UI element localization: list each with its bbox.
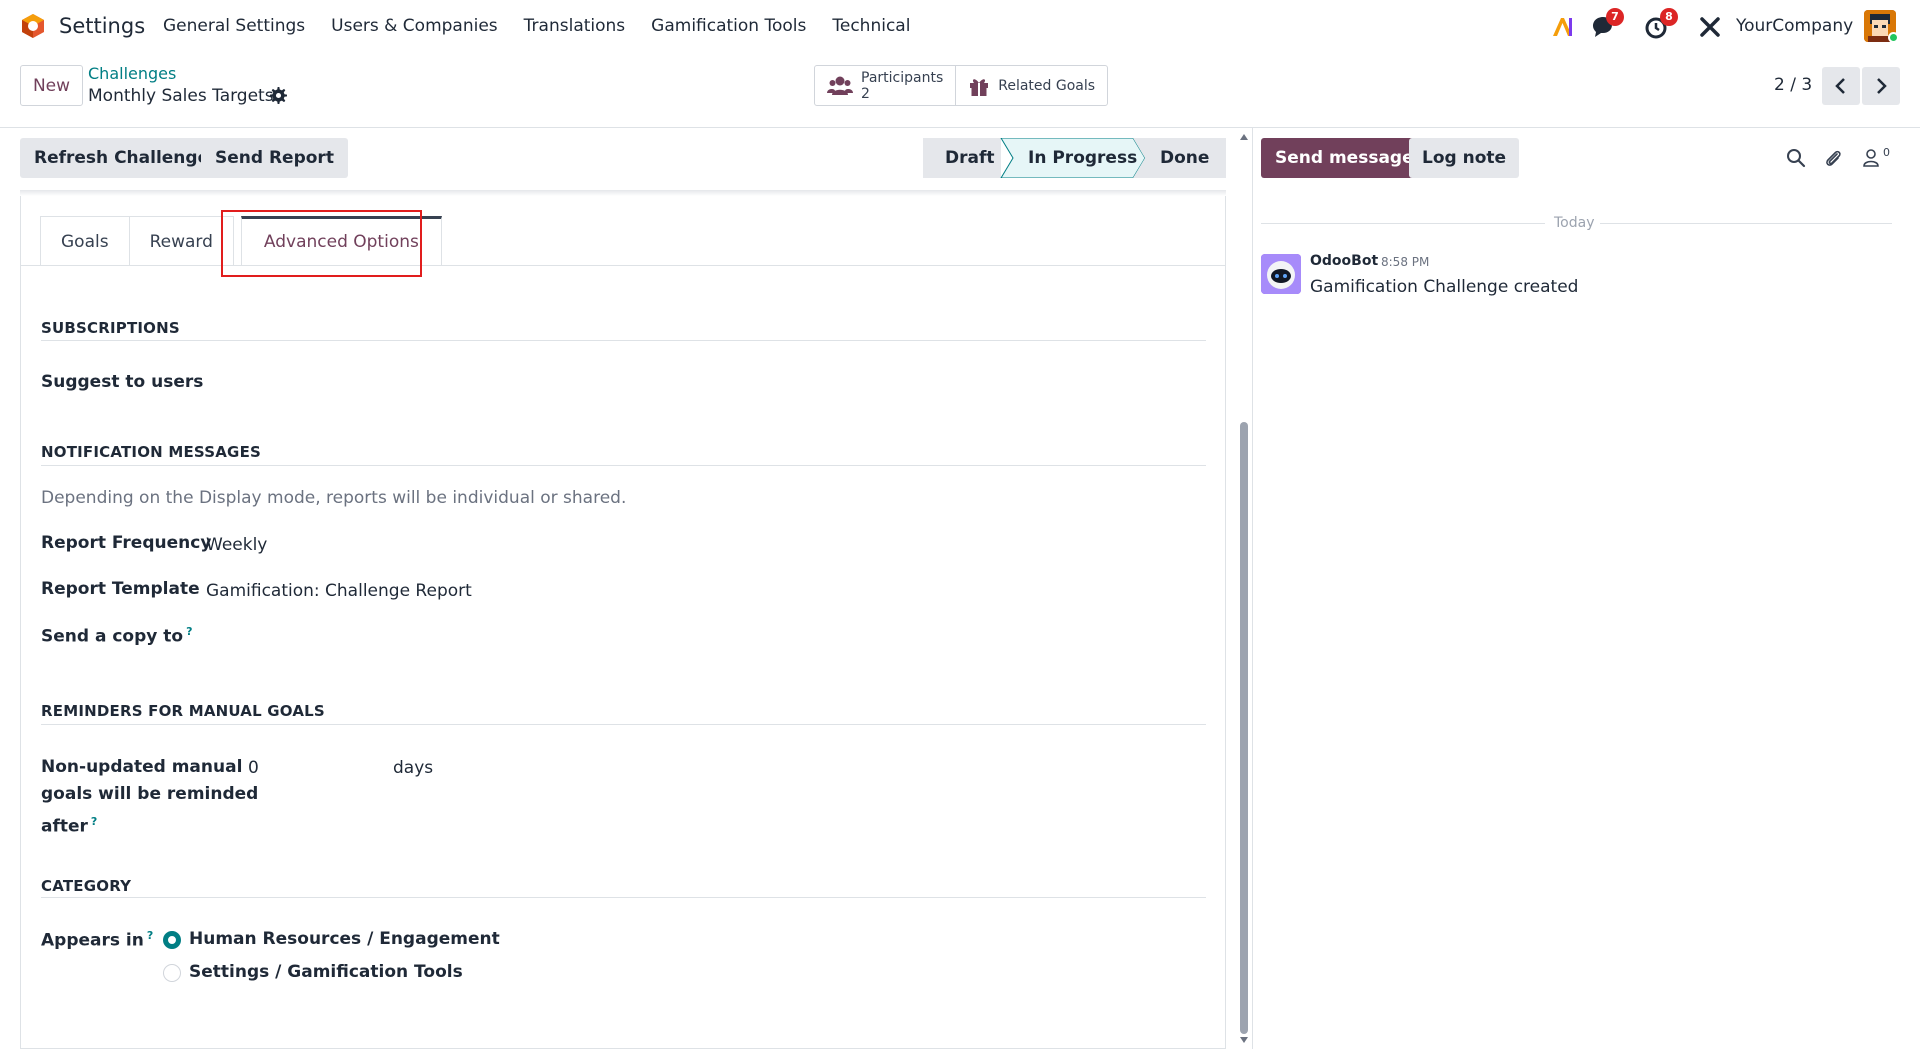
message-time: 8:58 PM xyxy=(1381,255,1430,269)
section-divider xyxy=(41,897,1206,898)
stage-in-progress[interactable]: In Progress xyxy=(1028,138,1137,178)
section-category-title: CATEGORY xyxy=(41,877,132,895)
date-separator-line xyxy=(1600,223,1892,224)
main-menu: General Settings Users & Companies Trans… xyxy=(163,16,936,36)
form-sheet xyxy=(20,190,1226,1049)
log-note-button[interactable]: Log note xyxy=(1409,138,1520,178)
report-frequency-field[interactable]: Weekly xyxy=(206,535,267,555)
participants-button[interactable]: Participants 2 xyxy=(815,66,955,105)
scroll-down-arrow-icon[interactable] xyxy=(1239,1036,1249,1044)
company-switcher[interactable]: YourCompany xyxy=(1736,16,1853,36)
report-template-label: Report Template xyxy=(41,579,200,599)
activities-badge: 8 xyxy=(1660,8,1678,26)
related-goals-label: Related Goals xyxy=(998,77,1096,94)
section-divider xyxy=(41,724,1206,725)
section-notifications-title: NOTIFICATION MESSAGES xyxy=(41,443,262,461)
send-report-button[interactable]: Send Report xyxy=(201,138,348,178)
radio-human-resources-label[interactable]: Human Resources / Engagement xyxy=(189,929,500,949)
reminder-delay-input[interactable]: 0 xyxy=(248,758,259,778)
refresh-challenge-button[interactable]: Refresh Challenge xyxy=(20,138,224,178)
menu-translations[interactable]: Translations xyxy=(524,16,626,36)
form-statusbar: Refresh Challenge Send Report Draft In P… xyxy=(0,128,1240,190)
messages-badge: 7 xyxy=(1606,8,1624,26)
form-scrollbar-thumb[interactable] xyxy=(1240,422,1248,1034)
tab-goals[interactable]: Goals xyxy=(40,216,130,266)
breadcrumb-current-record: Monthly Sales Targets xyxy=(88,86,274,106)
pager-next-button[interactable] xyxy=(1862,67,1900,105)
chatter-divider xyxy=(1252,128,1253,1049)
tabs-underline xyxy=(20,265,1226,266)
reminder-delay-label: Non-updated manual goals will be reminde… xyxy=(41,757,259,837)
tools-icon[interactable] xyxy=(1697,14,1723,40)
display-mode-hint: Depending on the Display mode, reports w… xyxy=(41,488,627,508)
date-separator-label: Today xyxy=(1554,215,1595,231)
menu-users-companies[interactable]: Users & Companies xyxy=(331,16,498,36)
appears-in-label: Appears in? xyxy=(41,929,154,951)
search-icon[interactable] xyxy=(1786,148,1806,168)
menu-general-settings[interactable]: General Settings xyxy=(163,16,305,36)
stage-draft[interactable]: Draft xyxy=(945,138,995,178)
date-separator-line xyxy=(1261,223,1545,224)
online-status-dot xyxy=(1888,32,1899,43)
send-copy-field[interactable] xyxy=(206,621,1206,649)
send-message-button[interactable]: Send message xyxy=(1261,138,1428,178)
tab-advanced-options[interactable]: Advanced Options xyxy=(240,216,442,266)
followers-icon[interactable] xyxy=(1862,148,1882,168)
breadcrumb-challenges[interactable]: Challenges xyxy=(88,64,176,83)
gift-icon xyxy=(970,78,989,96)
help-tooltip-icon[interactable]: ? xyxy=(147,929,153,942)
participants-count: 2 xyxy=(861,85,870,102)
clock-icon[interactable]: 8 xyxy=(1644,8,1678,40)
odoo-logo-icon[interactable] xyxy=(20,13,46,39)
section-reminders-title: REMINDERS FOR MANUAL GOALS xyxy=(41,702,325,720)
pager-value[interactable]: 2 / 3 xyxy=(1774,75,1812,95)
new-button[interactable]: New xyxy=(20,65,83,106)
related-goals-button[interactable]: Related Goals xyxy=(955,66,1107,105)
users-icon xyxy=(827,76,853,95)
chevron-right-icon xyxy=(1877,78,1887,94)
gear-icon[interactable] xyxy=(270,87,287,104)
follower-count: 0 xyxy=(1883,146,1890,159)
menu-gamification-tools[interactable]: Gamification Tools xyxy=(651,16,806,36)
sheet-top-shadow xyxy=(20,190,1226,196)
chat-icon[interactable]: 7 xyxy=(1590,8,1624,40)
participants-label: Participants xyxy=(861,69,944,86)
chevron-left-icon xyxy=(1835,78,1845,94)
radio-settings-gamification-label[interactable]: Settings / Gamification Tools xyxy=(189,962,463,982)
stage-done[interactable]: Done xyxy=(1160,138,1209,178)
smart-buttons: Participants 2 Related Goals xyxy=(814,65,1109,106)
section-subscriptions-title: SUBSCRIPTIONS xyxy=(41,319,180,337)
radio-human-resources[interactable] xyxy=(163,931,181,949)
radio-settings-gamification[interactable] xyxy=(163,964,181,982)
suggest-to-users-field[interactable] xyxy=(163,368,1203,396)
reminder-delay-unit: days xyxy=(393,758,434,778)
send-copy-label-text: Send a copy to xyxy=(41,626,184,647)
help-tooltip-icon[interactable]: ? xyxy=(91,815,97,828)
pager-previous-button[interactable] xyxy=(1822,67,1860,105)
scroll-up-arrow-icon[interactable] xyxy=(1239,133,1249,141)
report-frequency-label: Report Frequency xyxy=(41,533,212,553)
section-divider xyxy=(41,340,1206,341)
send-copy-label: Send a copy to? xyxy=(41,625,192,647)
message-author[interactable]: OdooBot xyxy=(1310,253,1378,269)
help-tooltip-icon[interactable]: ? xyxy=(186,625,192,638)
section-divider xyxy=(41,465,1206,466)
ai-icon[interactable] xyxy=(1550,14,1576,40)
form-tabs: Goals Reward Advanced Options xyxy=(40,216,442,266)
top-navbar: Settings General Settings Users & Compan… xyxy=(0,0,1920,52)
menu-technical[interactable]: Technical xyxy=(832,16,910,36)
paperclip-icon[interactable] xyxy=(1823,148,1843,168)
app-name[interactable]: Settings xyxy=(59,14,145,38)
tab-reward[interactable]: Reward xyxy=(128,216,234,266)
report-template-field[interactable]: Gamification: Challenge Report xyxy=(206,581,472,601)
odoobot-avatar[interactable] xyxy=(1261,254,1301,294)
message-body: Gamification Challenge created xyxy=(1310,277,1579,297)
